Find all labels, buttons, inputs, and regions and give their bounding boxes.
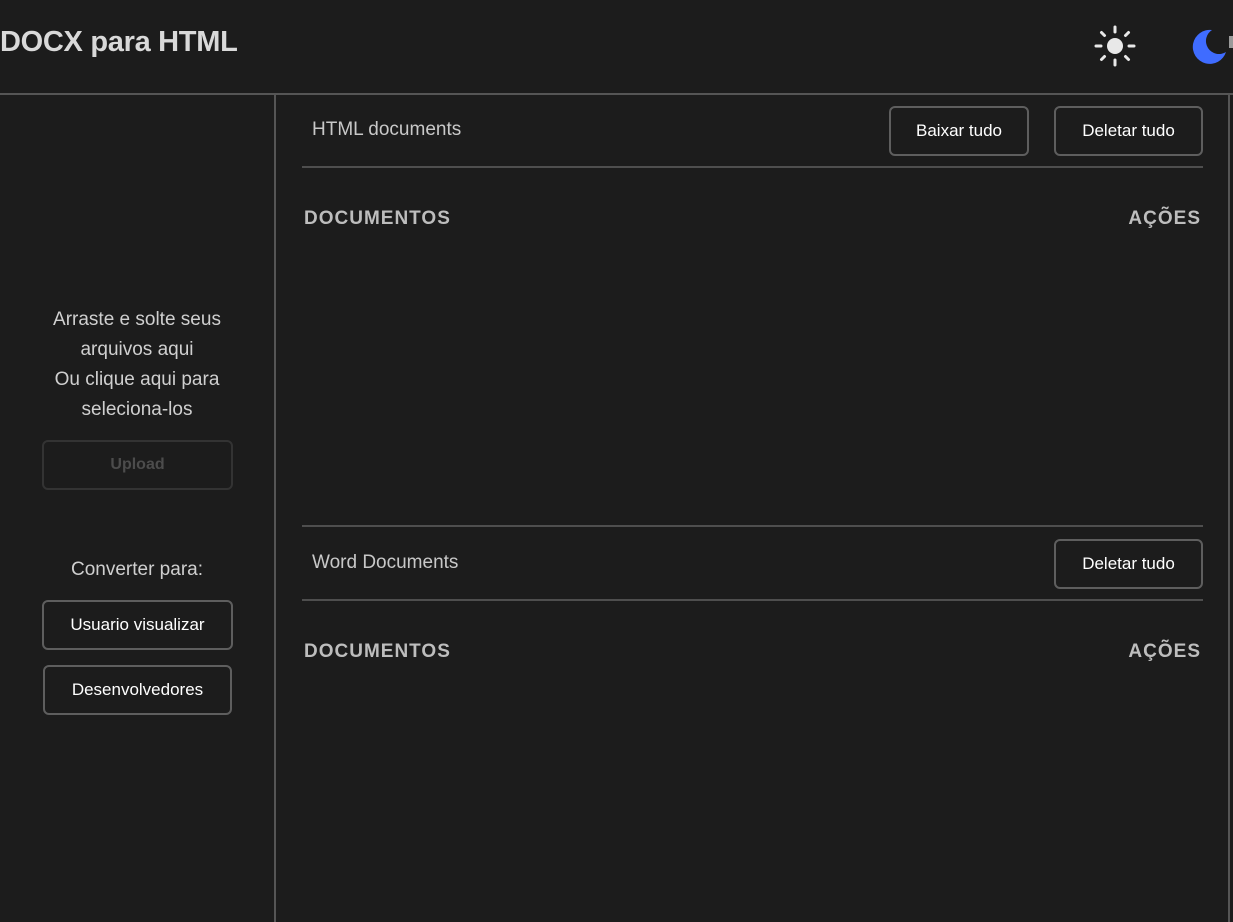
upload-button[interactable]: Upload <box>42 440 233 490</box>
drop-text-line: Arraste e solte seus <box>53 309 221 330</box>
word-section-divider <box>302 599 1203 601</box>
word-actions-column-header: AÇÕES <box>1128 641 1201 662</box>
user-view-button[interactable]: Usuario visualizar <box>42 600 233 650</box>
drop-text-line: arquivos aqui <box>80 339 194 360</box>
delete-all-word-button[interactable]: Deletar tudo <box>1054 539 1203 589</box>
convert-to-label: Converter para: <box>70 559 203 580</box>
html-section-divider <box>302 166 1203 168</box>
drop-text-line: seleciona-los <box>81 399 193 420</box>
word-documents-column-header: DOCUMENTOS <box>304 641 451 662</box>
drop-zone-text[interactable]: Arraste e solte seus arquivos aqui Ou cl… <box>0 305 274 425</box>
sun-icon[interactable] <box>1094 25 1136 67</box>
upload-sidebar[interactable] <box>0 95 274 922</box>
moon-icon[interactable] <box>1188 26 1228 66</box>
word-documents-title: Word Documents <box>312 552 459 573</box>
delete-all-html-button[interactable]: Deletar tudo <box>1054 106 1203 156</box>
download-all-button[interactable]: Baixar tudo <box>889 106 1029 156</box>
app-title: DOCX para HTML <box>0 26 238 58</box>
developers-button[interactable]: Desenvolvedores <box>43 665 232 715</box>
app-header: DOCX para HTML <box>0 0 1233 93</box>
html-documents-title: HTML documents <box>312 119 462 140</box>
html-actions-column-header: AÇÕES <box>1128 208 1201 229</box>
window-edge-marker <box>1229 36 1233 48</box>
drop-text-line: Ou clique aqui para <box>54 369 220 390</box>
content-right-border <box>1228 95 1230 922</box>
word-section-top-divider <box>302 525 1203 527</box>
html-documents-column-header: DOCUMENTOS <box>304 208 451 229</box>
sidebar-divider <box>274 95 276 922</box>
